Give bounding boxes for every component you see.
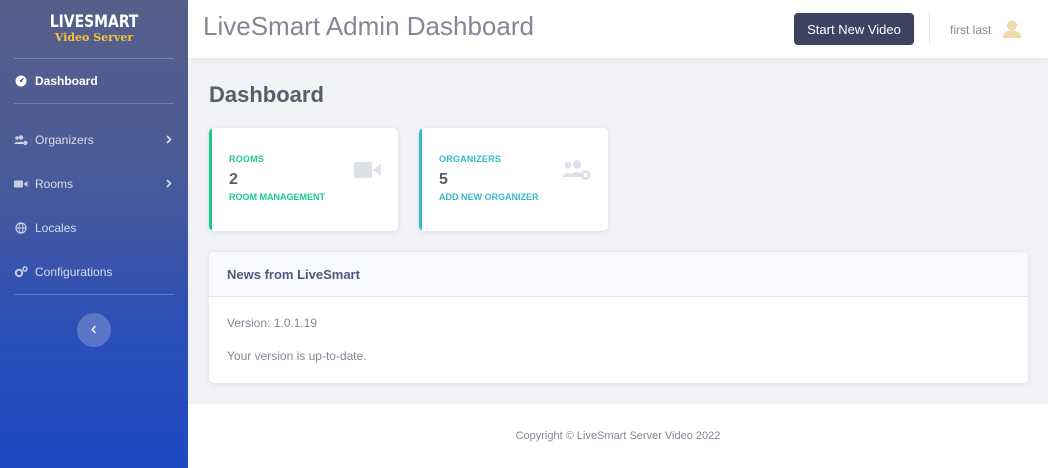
rooms-card-label: ROOMS xyxy=(229,154,265,164)
globe-icon xyxy=(14,222,28,234)
organizers-card: ORGANIZERS 5 ADD NEW ORGANIZER xyxy=(419,128,608,231)
sidebar-item-dashboard[interactable]: Dashboard xyxy=(0,59,188,103)
topbar-divider xyxy=(929,13,930,45)
sidebar-toggle-button[interactable] xyxy=(77,313,111,347)
sidebar-item-organizers[interactable]: Organizers xyxy=(0,118,188,162)
user-avatar-icon[interactable] xyxy=(1002,20,1022,43)
chevron-right-icon xyxy=(166,177,172,191)
version-text: Version: 1.0.1.19 xyxy=(227,316,318,330)
rooms-count: 2 xyxy=(229,171,238,188)
organizers-count: 5 xyxy=(439,171,448,188)
footer: Copyright © LiveSmart Server Video 2022 xyxy=(188,404,1048,468)
topbar: LiveSmart Admin Dashboard Start New Vide… xyxy=(188,0,1048,58)
brand-subtitle: Video Server xyxy=(54,31,134,44)
video-icon xyxy=(354,160,382,185)
room-management-link[interactable]: ROOM MANAGEMENT xyxy=(229,192,325,202)
sidebar-item-label: Organizers xyxy=(35,133,94,147)
sidebar: LIVESMART Video Server Dashboard Organiz… xyxy=(0,0,188,468)
video-icon xyxy=(14,178,28,190)
users-cog-icon xyxy=(14,134,28,146)
sidebar-divider xyxy=(14,103,174,104)
sidebar-item-label: Configurations xyxy=(35,265,113,279)
sidebar-item-label: Dashboard xyxy=(35,74,98,88)
sidebar-item-label: Rooms xyxy=(35,177,74,191)
chevron-left-icon xyxy=(91,321,97,339)
brand-title: LIVESMART xyxy=(49,12,139,32)
news-title: News from LiveSmart xyxy=(209,252,1028,297)
tachometer-icon xyxy=(14,75,28,87)
organizers-card-label: ORGANIZERS xyxy=(439,154,502,164)
rooms-card: ROOMS 2 ROOM MANAGEMENT xyxy=(209,128,398,231)
sidebar-item-rooms[interactable]: Rooms xyxy=(0,162,188,206)
sidebar-divider xyxy=(14,294,174,295)
page-title: Dashboard xyxy=(209,82,324,107)
news-panel: News from LiveSmart Version: 1.0.1.19 Yo… xyxy=(209,252,1028,383)
user-name[interactable]: first last xyxy=(950,23,991,37)
sidebar-item-configurations[interactable]: Configurations xyxy=(0,250,188,294)
chevron-right-icon xyxy=(166,133,172,147)
app-title: LiveSmart Admin Dashboard xyxy=(203,11,534,41)
copyright-text: Copyright © LiveSmart Server Video 2022 xyxy=(515,430,721,442)
version-status-text: Your version is up-to-date. xyxy=(227,349,367,363)
start-new-video-button[interactable]: Start New Video xyxy=(794,13,914,45)
cogs-icon xyxy=(14,266,28,278)
users-cog-icon xyxy=(562,160,592,187)
brand-logo[interactable]: LIVESMART Video Server xyxy=(0,0,188,58)
sidebar-item-locales[interactable]: Locales xyxy=(0,206,188,250)
sidebar-item-label: Locales xyxy=(35,221,77,235)
add-new-organizer-link[interactable]: ADD NEW ORGANIZER xyxy=(439,192,539,202)
